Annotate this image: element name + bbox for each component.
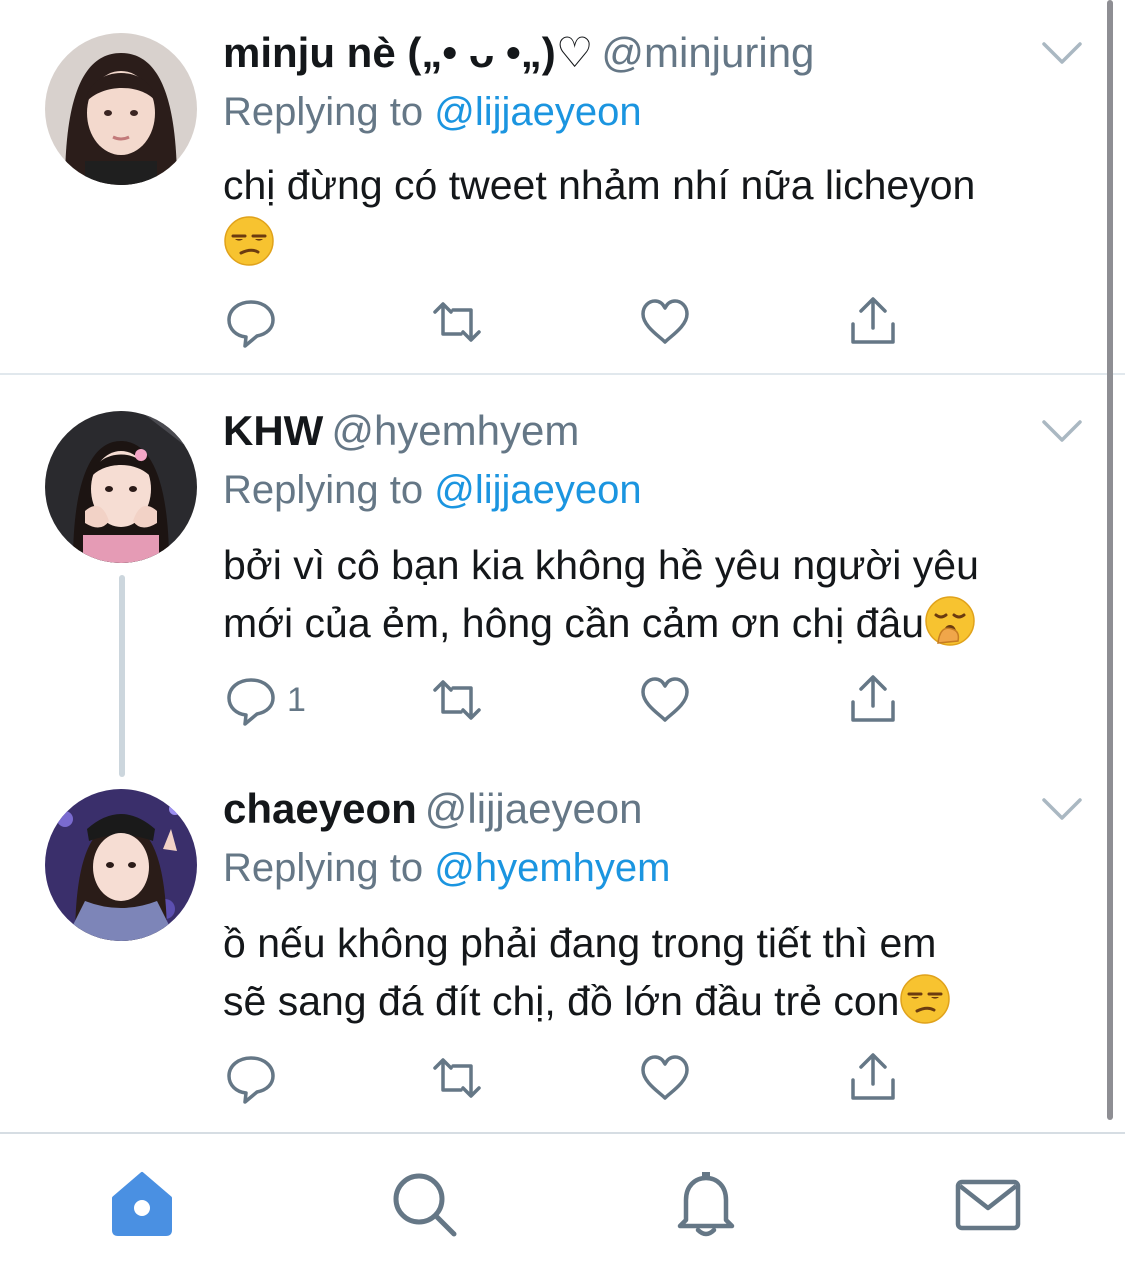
reply-button[interactable] <box>225 294 287 350</box>
heart-icon <box>639 1052 691 1104</box>
like-button[interactable] <box>639 672 691 728</box>
tweet[interactable]: minju nè („• ᴗ •„)♡ @minjuring Replying t… <box>0 0 1110 374</box>
search-icon[interactable] <box>386 1166 462 1242</box>
reply-icon <box>225 674 277 726</box>
retweet-icon <box>431 674 483 726</box>
replying-to-label: Replying to <box>223 468 424 512</box>
tweet-text-line-2: mới của ẻm, hông cần cảm ơn chị đâu <box>223 594 1083 652</box>
tweet-text: chị đừng có tweet nhảm nhí nữa licheyon <box>223 156 1083 272</box>
unamused-face-icon <box>899 973 951 1025</box>
heart-icon <box>639 296 691 348</box>
messages-icon[interactable] <box>950 1166 1026 1242</box>
timeline: minju nè („• ᴗ •„)♡ @minjuring Replying t… <box>0 0 1125 1132</box>
user-handle[interactable]: @minjuring <box>601 29 814 76</box>
replying-to-label: Replying to <box>223 846 424 890</box>
replying-to: Replying to @lijjaeyeon <box>223 85 642 139</box>
tweet-actions: 1 <box>225 672 925 728</box>
display-name[interactable]: minju nè („• ᴗ •„)♡ <box>223 29 593 76</box>
notifications-icon[interactable] <box>668 1166 744 1242</box>
share-button[interactable] <box>847 1050 899 1106</box>
tweet-actions <box>225 1050 925 1106</box>
retweet-button[interactable] <box>431 1050 483 1106</box>
tweet-actions <box>225 294 925 350</box>
reply-icon <box>225 296 277 348</box>
retweet-icon <box>431 1052 483 1104</box>
tweet-text-line: bởi vì cô bạn kia không hề yêu người yêu <box>223 542 979 588</box>
display-name[interactable]: chaeyeon <box>223 785 417 832</box>
share-icon <box>847 1052 899 1104</box>
replying-to: Replying to @hyemhyem <box>223 841 670 895</box>
chevron-down-icon[interactable] <box>1040 38 1084 68</box>
tweet-text-line: ồ nếu không phải đang trong tiết thì em <box>223 920 937 966</box>
replying-to-mention[interactable]: @hyemhyem <box>434 846 670 890</box>
tweet-text-line-2: sẽ sang đá đít chị, đồ lớn đầu trẻ con <box>223 972 1083 1030</box>
chevron-down-icon[interactable] <box>1040 416 1084 446</box>
divider <box>0 373 1125 375</box>
avatar[interactable] <box>45 33 197 185</box>
home-icon[interactable] <box>104 1166 180 1242</box>
tweet[interactable]: chaeyeon @lijjaeyeon Replying to @hyemhye… <box>0 754 1110 1132</box>
tweet-text-line: chị đừng có tweet nhảm nhí nữa licheyon <box>223 162 976 208</box>
bottom-tab-bar <box>0 1132 1125 1278</box>
unamused-face-icon <box>223 215 275 267</box>
thread-connector <box>119 575 125 777</box>
tweet-text: bởi vì cô bạn kia không hề yêu người yêu… <box>223 536 1083 652</box>
replying-to-mention[interactable]: @lijjaeyeon <box>434 468 641 512</box>
avatar[interactable] <box>45 411 197 563</box>
replying-to-mention[interactable]: @lijjaeyeon <box>434 90 641 134</box>
tweet-text-line-2 <box>223 214 1083 272</box>
display-name[interactable]: KHW <box>223 407 323 454</box>
share-button[interactable] <box>847 294 899 350</box>
share-icon <box>847 674 899 726</box>
user-handle[interactable]: @hyemhyem <box>331 407 579 454</box>
retweet-button[interactable] <box>431 672 483 728</box>
heart-icon <box>639 674 691 726</box>
replying-to-label: Replying to <box>223 90 424 134</box>
like-button[interactable] <box>639 294 691 350</box>
reply-count: 1 <box>287 680 306 719</box>
tweet-header: minju nè („• ᴗ •„)♡ @minjuring <box>223 26 814 80</box>
share-button[interactable] <box>847 672 899 728</box>
retweet-button[interactable] <box>431 294 483 350</box>
tweet-text: ồ nếu không phải đang trong tiết thì em … <box>223 914 1083 1030</box>
user-handle[interactable]: @lijjaeyeon <box>425 785 643 832</box>
retweet-icon <box>431 296 483 348</box>
scrollbar[interactable] <box>1107 0 1113 1120</box>
like-button[interactable] <box>639 1050 691 1106</box>
share-icon <box>847 296 899 348</box>
chevron-down-icon[interactable] <box>1040 794 1084 824</box>
replying-to: Replying to @lijjaeyeon <box>223 463 642 517</box>
reply-icon <box>225 1052 277 1104</box>
tweet[interactable]: KHW @hyemhyem Replying to @lijjaeyeon bởi… <box>0 376 1110 752</box>
tweet-header: KHW @hyemhyem <box>223 404 579 458</box>
reply-button[interactable]: 1 <box>225 672 306 728</box>
avatar[interactable] <box>45 789 197 941</box>
reply-button[interactable] <box>225 1050 287 1106</box>
tweet-header: chaeyeon @lijjaeyeon <box>223 782 643 836</box>
yawning-face-icon <box>924 595 976 647</box>
